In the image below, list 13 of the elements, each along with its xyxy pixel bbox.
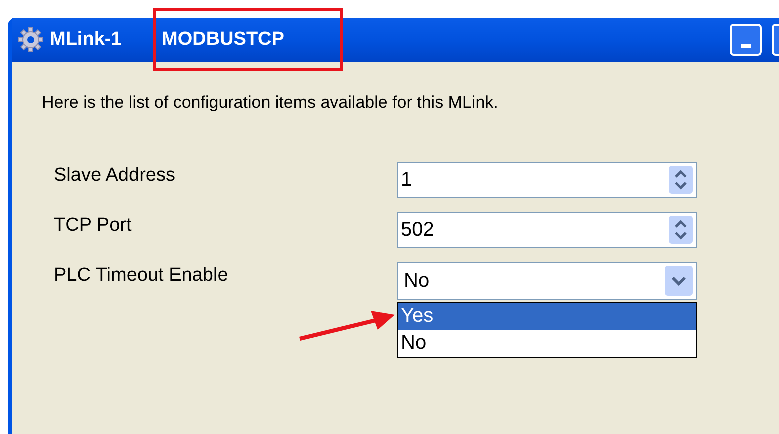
field-label: TCP Port xyxy=(54,214,133,238)
window-title: MODBUSTCP xyxy=(162,28,284,52)
intro-text: Here is the list of configuration items available for this MLink. xyxy=(42,92,500,114)
dropdown[interactable]: No xyxy=(397,262,697,300)
field-value: 1 xyxy=(400,168,414,192)
window-title: MLink-1 xyxy=(50,28,123,52)
spin-field[interactable]: 1 xyxy=(397,162,697,198)
field-label: PLC Timeout Enable xyxy=(54,264,230,288)
field-label: Slave Address xyxy=(54,164,176,188)
dropdown-value: No xyxy=(403,268,431,294)
spin-field[interactable]: 502 xyxy=(397,212,697,248)
field-value: 502 xyxy=(400,218,436,242)
dropdown-option[interactable]: Yes xyxy=(398,302,696,330)
